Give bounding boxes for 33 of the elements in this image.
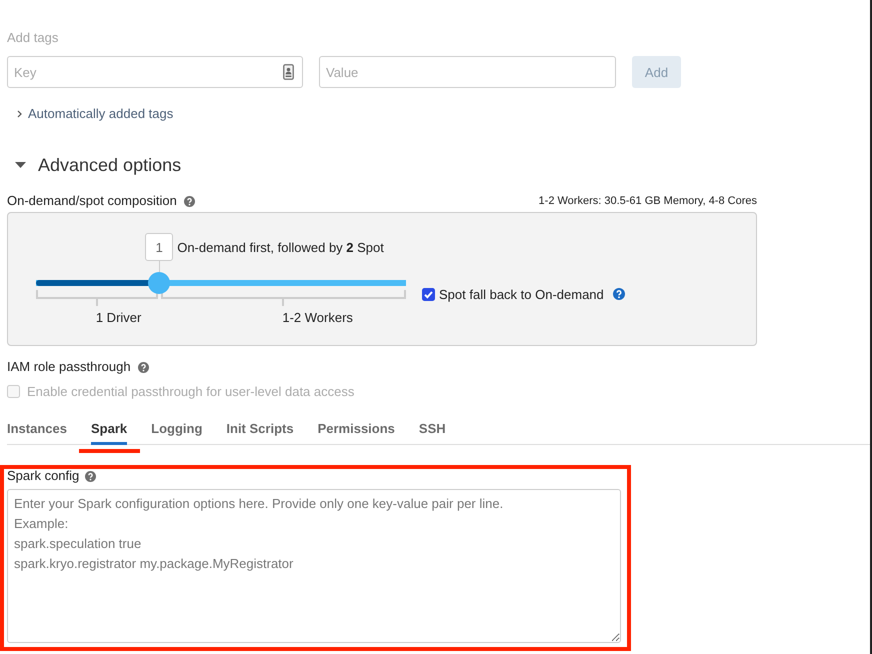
automatically-added-tags-toggle[interactable]: Automatically added tags	[17, 105, 174, 123]
help-icon[interactable]	[184, 196, 195, 206]
advanced-options-toggle[interactable]: Advanced options	[15, 153, 182, 177]
caret-down-icon	[15, 162, 26, 168]
help-icon[interactable]	[138, 362, 149, 372]
on-demand-count: 1	[145, 233, 174, 261]
composition-description: On-demand first, followed by 2 Spot	[177, 240, 384, 254]
tab[interactable]: Logging	[151, 421, 202, 445]
help-icon[interactable]	[612, 288, 625, 300]
slider-thumb[interactable]	[148, 272, 170, 294]
passthrough-label: Enable credential passthrough for user-level data access	[27, 384, 354, 398]
segment-label: 1 Driver	[96, 310, 142, 325]
cluster-summary: 1-2 Workers: 30.5-61 GB Memory, 4-8 Cores	[538, 194, 757, 209]
contact-card-icon[interactable]	[283, 64, 294, 80]
fallback-checkbox[interactable]	[422, 288, 435, 300]
tab[interactable]: Instances	[7, 421, 67, 445]
composition-label: On-demand/spot composition	[7, 193, 177, 209]
spark-config-label: Spark config	[7, 469, 80, 483]
tab[interactable]: Spark	[90, 421, 128, 445]
segment-label: 1-2 Workers	[282, 310, 353, 325]
fallback-label: Spot fall back to On-demand	[439, 286, 604, 302]
tab[interactable]: SSH	[418, 421, 446, 445]
spark-config-field[interactable]: Enter your Spark configuration options here. Provide only one key-value pair per line. Example: spark.speculation true spark.kryo.registrator my.package.MyRegistrator	[7, 489, 621, 643]
tab[interactable]: Permissions	[318, 421, 395, 445]
leader-line	[158, 261, 160, 272]
tab[interactable]: Init Scripts	[226, 421, 294, 445]
add-tags-hint: Add tags	[7, 30, 60, 46]
key-field[interactable]: Key	[7, 56, 303, 88]
iam-label: IAM role passthrough	[7, 359, 131, 375]
help-icon[interactable]	[85, 470, 96, 482]
annotation-underline	[78, 449, 140, 453]
chevron-right-icon	[17, 110, 22, 118]
value-field[interactable]: Value	[319, 56, 616, 88]
